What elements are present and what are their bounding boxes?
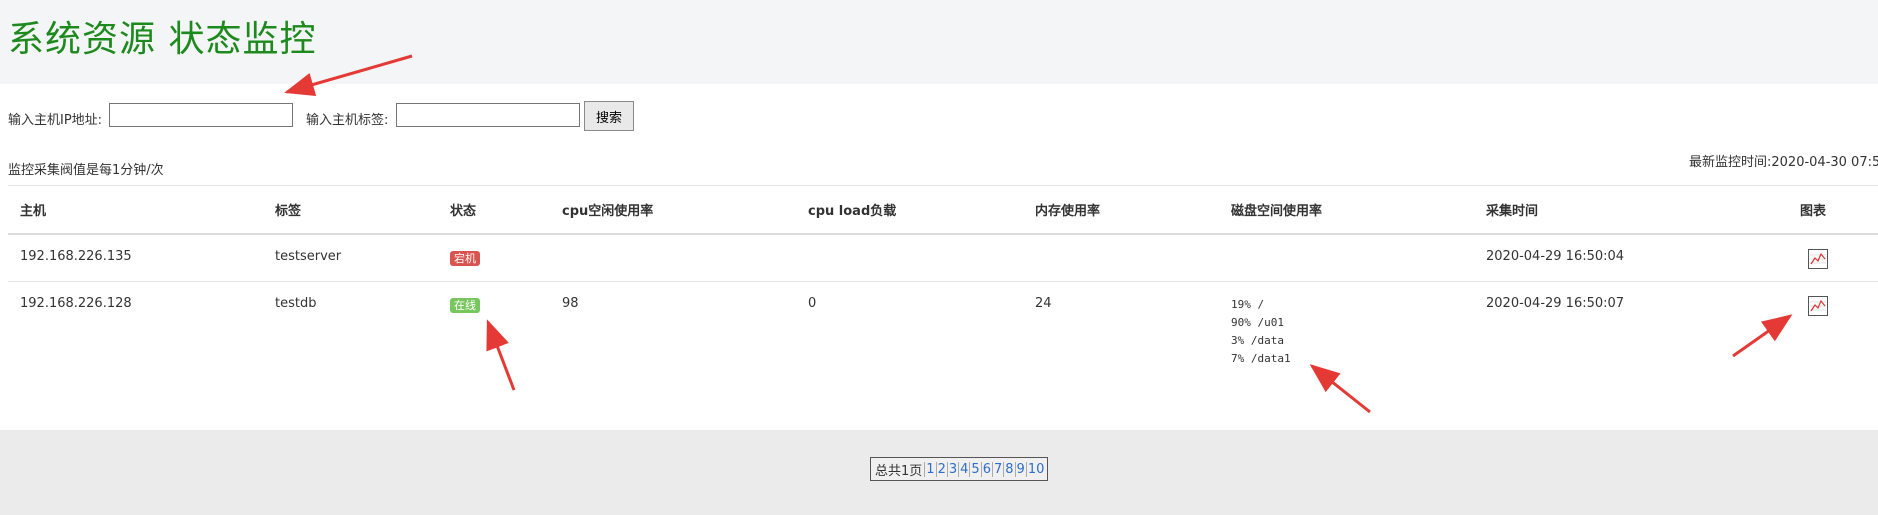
page-link-10[interactable]: 10 [1025,461,1046,477]
host-cell: 192.168.226.128 [20,296,132,311]
page-link-2[interactable]: 2 [935,461,947,477]
line-chart-icon[interactable] [1808,296,1828,316]
page-header: 系统资源 状态监控 [0,0,1878,84]
disk-cell [1219,233,1474,282]
pagination: 总共1页 1 2 3 4 5 6 7 8 9 10 [870,457,1049,481]
page-link-4[interactable]: 4 [958,461,969,477]
table-row: 192.168.226.128 testdb 在线 98 0 24 19% / … [8,282,1878,372]
status-cell: 在线 [438,282,550,372]
ip-search-label: 输入主机IP地址: [8,113,103,128]
tag-cell: testserver [263,233,438,282]
ip-search-input[interactable] [109,103,293,127]
cpu-load-cell [796,233,1023,282]
page-title: 系统资源 状态监控 [8,19,317,60]
disk-usage-line: 19% / [1231,298,1265,311]
footer: 总共1页 1 2 3 4 5 6 7 8 9 10 [0,430,1878,515]
mem-cell [1023,233,1219,282]
chart-cell [1788,233,1878,282]
col-time: 采集时间 [1474,185,1788,235]
page-link-5[interactable]: 5 [969,461,980,477]
page-link-1[interactable]: 1 [924,461,935,477]
table-header-row: 主机 标签 状态 cpu空闲使用率 cpu load负载 内存使用率 磁盘空间使… [8,185,1878,235]
col-status: 状态 [438,185,550,235]
page-link-8[interactable]: 8 [1003,461,1014,477]
disk-usage-line: 90% /u01 [1231,316,1284,329]
cpu-idle-cell [550,233,796,282]
tag-search-input[interactable] [396,103,580,127]
line-chart-icon[interactable] [1808,248,1828,269]
cpu-idle-cell: 98 [562,296,579,311]
col-disk: 磁盘空间使用率 [1219,185,1474,235]
page-link-3[interactable]: 3 [946,461,958,477]
latest-monitor-time: 最新监控时间:2020-04-30 07:50 [1689,155,1878,170]
status-badge-down: 宕机 [450,250,480,266]
col-mem: 内存使用率 [1023,185,1219,235]
status-cell: 宕机 [438,233,550,282]
pagination-total: 总共1页 [875,463,923,479]
time-cell: 2020-04-29 16:50:04 [1474,233,1788,282]
search-button[interactable]: 搜索 [584,101,634,131]
col-cpu-load: cpu load负载 [796,185,1023,235]
page-link-6[interactable]: 6 [980,461,992,477]
mem-cell: 24 [1035,296,1052,311]
tag-search-label: 输入主机标签: [306,113,389,128]
col-chart: 图表 [1788,185,1878,235]
cpu-load-cell: 0 [808,296,817,311]
col-host: 主机 [8,185,263,235]
tag-cell: testdb [275,296,317,311]
page-link-9[interactable]: 9 [1014,461,1026,477]
disk-usage-line: 3% /data [1231,334,1284,347]
monitor-table: 主机 标签 状态 cpu空闲使用率 cpu load负载 内存使用率 磁盘空间使… [8,185,1878,372]
interval-info: 监控采集阀值是每1分钟/次 [8,163,164,178]
host-cell: 192.168.226.135 [8,233,263,282]
disk-cell: 19% / 90% /u01 3% /data 7% /data1 [1219,282,1474,372]
time-cell: 2020-04-29 16:50:07 [1486,296,1625,311]
page-link-7[interactable]: 7 [991,461,1003,477]
col-cpu-idle: cpu空闲使用率 [550,185,796,235]
chart-cell [1788,282,1878,372]
arrow-to-disk [1309,364,1371,414]
disk-usage-line: 7% /data1 [1231,352,1291,365]
table-row: 192.168.226.135 testserver 宕机 2020-04-29… [8,233,1878,282]
status-badge-up: 在线 [450,298,480,313]
col-tag: 标签 [263,185,438,235]
